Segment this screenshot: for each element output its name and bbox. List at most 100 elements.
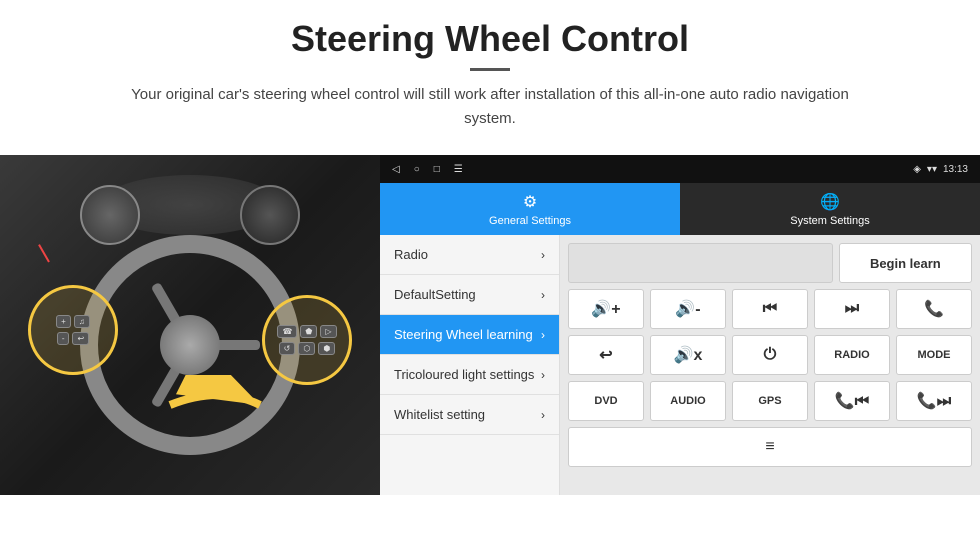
system-settings-icon: 🌐 (820, 192, 840, 212)
menu-icon[interactable]: ☰ (454, 164, 463, 175)
left-btn-plus: + (56, 315, 71, 328)
left-btn-row2: - ↩ (57, 332, 89, 345)
menu-item-default[interactable]: DefaultSetting › (380, 275, 559, 315)
menu-item-tricoloured-label: Tricoloured light settings (394, 367, 534, 382)
mode-button[interactable]: MODE (896, 335, 972, 375)
mute-icon: 🔊x (674, 345, 703, 365)
wifi-icon: ▾▾ (927, 164, 937, 175)
menu-list: Radio › DefaultSetting › Steering Wheel … (380, 235, 560, 495)
home-icon[interactable]: ○ (414, 164, 420, 175)
chevron-icon-default: › (541, 288, 545, 302)
dvd-button[interactable]: DVD (568, 381, 644, 421)
menu-ctrl-icon: ≡ (765, 438, 774, 456)
back-icon[interactable]: ◁ (392, 164, 400, 175)
dvd-label: DVD (594, 395, 617, 407)
next-track-button[interactable]: ⏭ (814, 289, 890, 329)
left-btn-phone: ↩ (72, 332, 89, 345)
call-prev-icon: 📞⏮ (835, 391, 869, 411)
page-wrapper: Steering Wheel Control Your original car… (0, 0, 980, 549)
vol-down-button[interactable]: 🔊- (650, 289, 726, 329)
chevron-icon-whitelist: › (541, 408, 545, 422)
menu-item-steering[interactable]: Steering Wheel learning › (380, 315, 559, 355)
mute-button[interactable]: 🔊x (650, 335, 726, 375)
back-call-button[interactable]: ↩ (568, 335, 644, 375)
tab-general-label: General Settings (489, 215, 571, 227)
right-btn-phone: ☎ (277, 325, 297, 338)
general-settings-icon: ⚙ (523, 192, 537, 212)
title-divider (470, 68, 510, 71)
right-btn-mute: ⬡ (298, 342, 315, 355)
content-section: + ♫ - ↩ ☎ ⬟ ▷ ↺ ⬡ ⬢ (0, 155, 980, 495)
menu-item-tricoloured[interactable]: Tricoloured light settings › (380, 355, 559, 395)
vol-down-icon: 🔊- (675, 299, 700, 319)
right-btn-prev: ↺ (279, 342, 296, 355)
empty-input-box (568, 243, 833, 283)
radio-button[interactable]: RADIO (814, 335, 890, 375)
prev-track-button[interactable]: ⏮ (732, 289, 808, 329)
menu-item-whitelist-label: Whitelist setting (394, 407, 485, 422)
left-btn-media: ♫ (74, 315, 90, 328)
power-icon: ⏻ (764, 346, 777, 364)
menu-item-radio[interactable]: Radio › (380, 235, 559, 275)
mode-label: MODE (918, 349, 951, 361)
right-btn-seek: ▷ (320, 325, 336, 338)
right-button-circle: ☎ ⬟ ▷ ↺ ⬡ ⬢ (262, 295, 352, 385)
menu-item-whitelist[interactable]: Whitelist setting › (380, 395, 559, 435)
left-btn-minus: - (57, 332, 70, 345)
menu-item-steering-label: Steering Wheel learning (394, 327, 533, 342)
settings-tabs: ⚙ General Settings 🌐 System Settings (380, 183, 980, 235)
begin-learn-button[interactable]: Begin learn (839, 243, 972, 283)
menu-item-radio-label: Radio (394, 247, 428, 262)
prev-track-icon: ⏮ (763, 300, 777, 318)
subtitle: Your original car's steering wheel contr… (110, 83, 870, 131)
chevron-icon-radio: › (541, 248, 545, 262)
tab-system[interactable]: 🌐 System Settings (680, 183, 980, 235)
ctrl-row-3: ↩ 🔊x ⏻ RADIO MODE (568, 335, 972, 375)
location-icon: ◈ (913, 164, 921, 175)
vol-up-button[interactable]: 🔊+ (568, 289, 644, 329)
ctrl-row-4: DVD AUDIO GPS 📞⏮ 📞⏭ (568, 381, 972, 421)
time-display: 13:13 (943, 164, 968, 175)
ctrl-row-1: Begin learn (568, 243, 972, 283)
gps-button[interactable]: GPS (732, 381, 808, 421)
vol-up-icon: 🔊+ (591, 299, 620, 319)
sw-inner-hub (160, 315, 220, 375)
back-call-icon: ↩ (599, 345, 612, 365)
left-button-circle: + ♫ - ↩ (28, 285, 118, 375)
gps-label: GPS (758, 395, 781, 407)
call-icon: 📞 (924, 299, 944, 319)
recent-icon[interactable]: □ (434, 164, 440, 175)
car-image: + ♫ - ↩ ☎ ⬟ ▷ ↺ ⬡ ⬢ (0, 155, 380, 495)
audio-label: AUDIO (670, 395, 705, 407)
right-btn-row2: ↺ ⬡ ⬢ (279, 342, 336, 355)
call-prev-button[interactable]: 📞⏮ (814, 381, 890, 421)
page-title: Steering Wheel Control (40, 18, 940, 60)
yellow-arrow (160, 375, 280, 435)
radio-label: RADIO (834, 349, 869, 361)
menu-item-default-label: DefaultSetting (394, 287, 476, 302)
right-btn-row1: ☎ ⬟ ▷ (277, 325, 336, 338)
menu-content: Radio › DefaultSetting › Steering Wheel … (380, 235, 980, 495)
left-btn-row1: + ♫ (56, 315, 90, 328)
tab-system-label: System Settings (790, 215, 869, 227)
chevron-icon-tricoloured: › (541, 368, 545, 382)
status-bar-left: ◁ ○ □ ☰ (392, 164, 463, 175)
status-bar-right: ◈ ▾▾ 13:13 (913, 164, 968, 175)
call-button[interactable]: 📞 (896, 289, 972, 329)
chevron-icon-steering: › (541, 328, 545, 342)
ctrl-row-2: 🔊+ 🔊- ⏮ ⏭ 📞 (568, 289, 972, 329)
header-section: Steering Wheel Control Your original car… (0, 0, 980, 141)
menu-ctrl-button[interactable]: ≡ (568, 427, 972, 467)
power-button[interactable]: ⏻ (732, 335, 808, 375)
call-next-icon: 📞⏭ (917, 391, 951, 411)
next-track-icon: ⏭ (845, 300, 859, 318)
control-panel: Begin learn 🔊+ 🔊- ⏮ (560, 235, 980, 495)
status-bar: ◁ ○ □ ☰ ◈ ▾▾ 13:13 (380, 155, 980, 183)
tab-general[interactable]: ⚙ General Settings (380, 183, 680, 235)
call-next-button[interactable]: 📞⏭ (896, 381, 972, 421)
right-btn-next: ⬢ (318, 342, 335, 355)
android-panel: ◁ ○ □ ☰ ◈ ▾▾ 13:13 ⚙ General Settings (380, 155, 980, 495)
ctrl-row-5: ≡ (568, 427, 972, 467)
right-btn-nav: ⬟ (300, 325, 317, 338)
audio-button[interactable]: AUDIO (650, 381, 726, 421)
